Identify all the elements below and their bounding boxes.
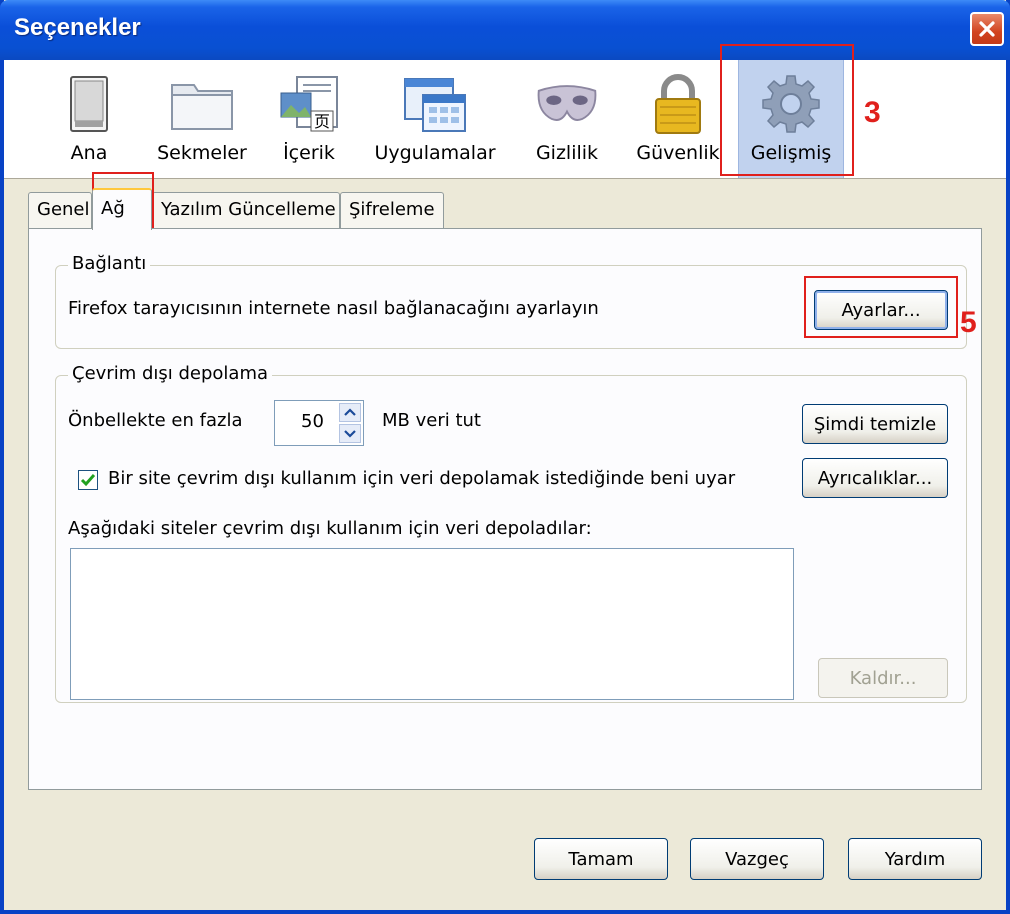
- options-dialog: Seçenekler Ana Sekmeler 页 İçerik Uygulam…: [0, 0, 1010, 914]
- warn-offline-label[interactable]: Bir site çevrim dışı kullanım için veri …: [108, 468, 735, 489]
- annotation-box-step5: [804, 276, 958, 338]
- clear-now-button[interactable]: Şimdi temizle: [802, 404, 948, 444]
- cancel-button[interactable]: Vazgeç: [690, 838, 824, 880]
- annotation-number-step3: 3: [864, 96, 881, 129]
- title-bar[interactable]: Seçenekler: [0, 0, 1010, 60]
- annotation-number-step5: 5: [960, 306, 977, 339]
- tab-encryption[interactable]: Şifreleme: [340, 192, 444, 228]
- annotation-box-step3: [720, 44, 854, 176]
- svg-text:页: 页: [314, 112, 330, 131]
- pane-label-security: Güvenlik: [636, 142, 720, 164]
- exceptions-button[interactable]: Ayrıcalıklar...: [802, 458, 948, 498]
- spin-up-button[interactable]: [339, 403, 361, 422]
- pane-button-main[interactable]: Ana: [48, 60, 130, 178]
- pane-label-tabs: Sekmeler: [157, 142, 247, 164]
- content-icon: 页: [277, 72, 341, 136]
- tab-software-update[interactable]: Yazılım Güncelleme: [152, 192, 340, 228]
- connection-description: Firefox tarayıcısının internete nasıl ba…: [68, 298, 599, 319]
- privacy-mask-icon: [535, 72, 599, 136]
- cache-size-unit: MB veri tut: [382, 410, 481, 431]
- applications-icon: [403, 72, 467, 136]
- close-icon: [979, 21, 995, 37]
- chevron-up-icon: [344, 408, 356, 416]
- pane-button-applications[interactable]: Uygulamalar: [370, 60, 500, 178]
- main-panel-icon: [57, 72, 121, 136]
- cache-size-label: Önbellekte en fazla: [68, 410, 243, 431]
- ok-button[interactable]: Tamam: [534, 838, 668, 880]
- offline-sites-label: Aşağıdaki siteler çevrim dışı kullanım i…: [68, 518, 592, 539]
- checkmark-icon: [80, 474, 96, 487]
- remove-button[interactable]: Kaldır...: [818, 658, 948, 698]
- preferences-toolbar: Ana Sekmeler 页 İçerik Uygulamalar Gizlil…: [4, 60, 1006, 179]
- pane-label-privacy: Gizlilik: [535, 142, 599, 164]
- pane-label-applications: Uygulamalar: [374, 142, 496, 164]
- pane-button-privacy[interactable]: Gizlilik: [520, 60, 614, 178]
- tab-network[interactable]: Ağ: [92, 188, 152, 230]
- spin-down-button[interactable]: [339, 424, 361, 443]
- tab-general[interactable]: Genel: [28, 192, 92, 228]
- warn-offline-checkbox[interactable]: [78, 470, 98, 490]
- tabs-folder-icon: [170, 72, 234, 136]
- offline-sites-list[interactable]: [70, 548, 794, 700]
- help-button[interactable]: Yardım: [848, 838, 982, 880]
- pane-label-content: İçerik: [283, 142, 335, 164]
- connection-group-title: Bağlantı: [68, 253, 151, 274]
- offline-storage-group-title: Çevrim dışı depolama: [68, 363, 273, 384]
- pane-label-main: Ana: [70, 142, 108, 164]
- cache-size-value: 50: [301, 411, 324, 432]
- cache-size-spinner[interactable]: 50: [274, 400, 364, 446]
- window-title: Seçenekler: [14, 14, 141, 41]
- close-button[interactable]: [970, 12, 1004, 46]
- pane-button-security[interactable]: Güvenlik: [628, 60, 728, 178]
- pane-button-tabs[interactable]: Sekmeler: [152, 60, 252, 178]
- offline-storage-groupbox: Çevrim dışı depolama Önbellekte en fazla…: [55, 363, 967, 703]
- chevron-down-icon: [344, 430, 356, 438]
- security-lock-icon: [646, 72, 710, 136]
- pane-button-content[interactable]: 页 İçerik: [268, 60, 350, 178]
